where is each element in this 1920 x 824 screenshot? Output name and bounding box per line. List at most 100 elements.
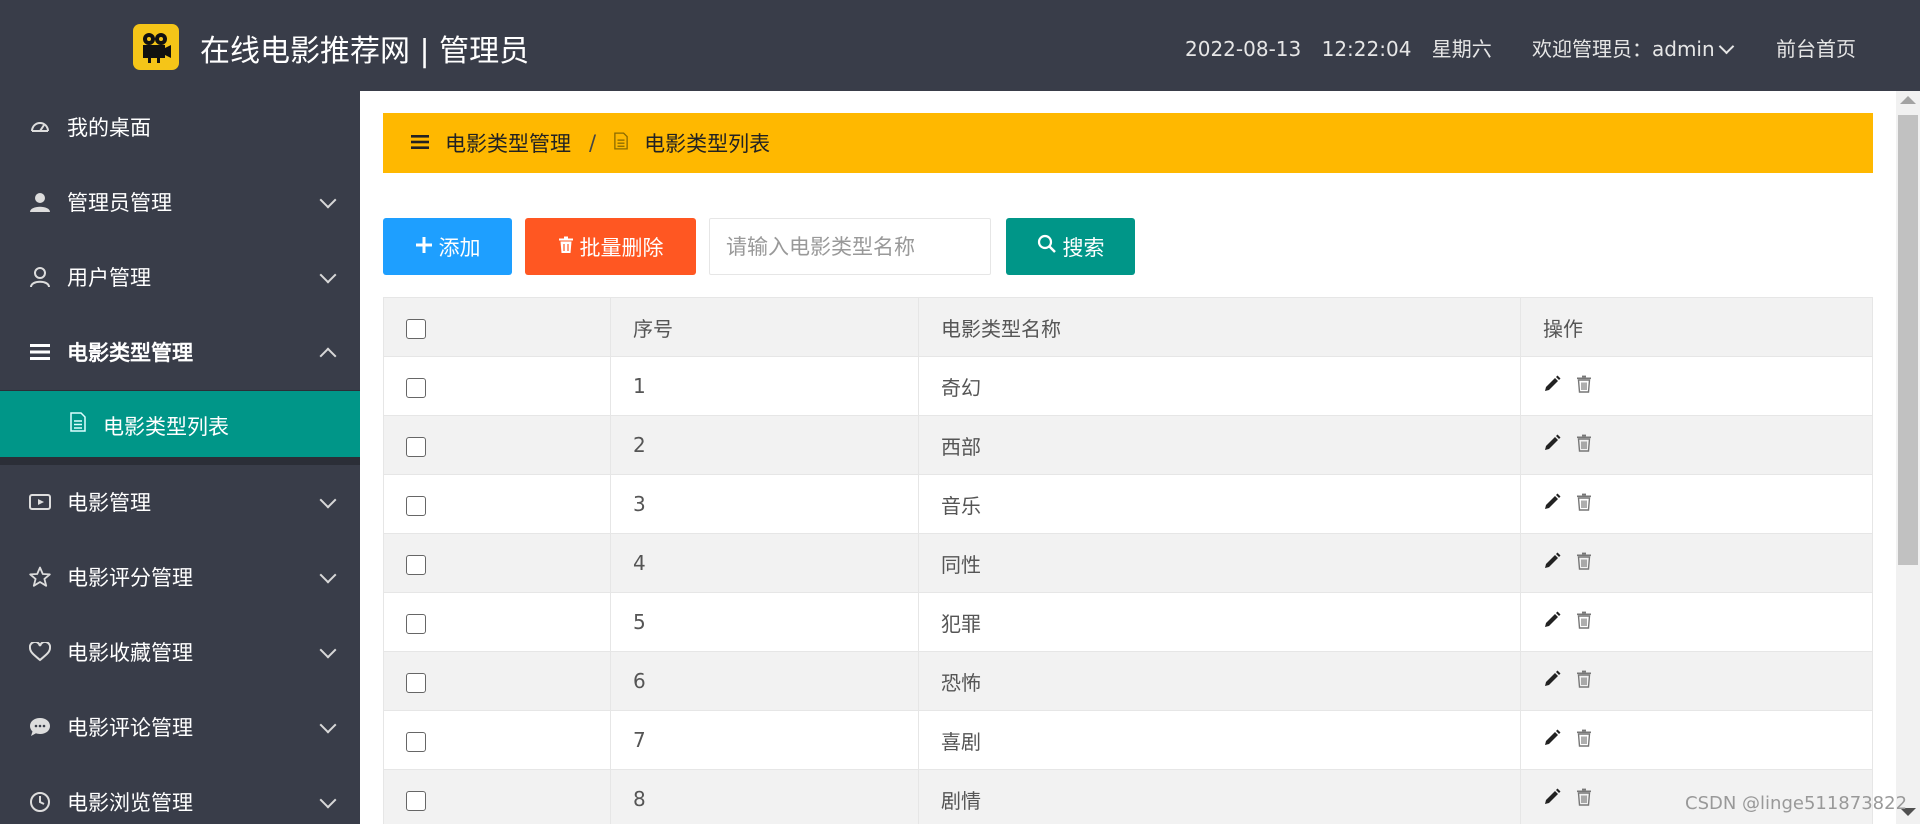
delete-icon[interactable] (1575, 788, 1593, 806)
edit-icon[interactable] (1543, 375, 1561, 393)
top-header: 在线电影推荐网 | 管理员 2022-08-13 12:22:04 星期六 欢迎… (0, 0, 1920, 91)
film-camera-icon (133, 24, 179, 70)
row-checkbox[interactable] (406, 731, 426, 752)
chevron-down-icon (319, 641, 337, 659)
row-checkbox[interactable] (406, 495, 426, 516)
delete-icon[interactable] (1575, 552, 1593, 570)
row-checkbox[interactable] (406, 554, 426, 575)
heart-icon (28, 640, 52, 664)
chevron-down-icon (1718, 38, 1734, 55)
chevron-down-icon (319, 716, 337, 734)
row-select-cell (383, 415, 611, 475)
edit-icon[interactable] (1543, 493, 1561, 511)
edit-icon[interactable] (1543, 670, 1561, 688)
breadcrumb: 电影类型管理 / 电影类型列表 (383, 113, 1873, 173)
sidebar-subitem-movie-type-list[interactable]: 电影类型列表 (0, 391, 360, 457)
row-select-cell (383, 769, 611, 824)
edit-icon[interactable] (1543, 434, 1561, 452)
row-type-name-cell: 音乐 (918, 474, 1521, 534)
chevron-up-icon (319, 347, 337, 365)
admin-user-menu[interactable]: 欢迎管理员：admin (1532, 33, 1734, 62)
column-header-index: 序号 (610, 297, 919, 357)
sidebar-item-comment-management[interactable]: 电影评论管理 (0, 697, 360, 757)
delete-icon[interactable] (1575, 611, 1593, 629)
add-button-label: 添加 (438, 235, 481, 260)
delete-icon[interactable] (1575, 375, 1593, 393)
row-checkbox[interactable] (406, 613, 426, 634)
table-header-row: 序号 电影类型名称 操作 (383, 297, 1873, 357)
row-select-cell (383, 356, 611, 416)
movie-type-search-input[interactable] (709, 218, 991, 275)
table-row: 2 西部 (383, 415, 1873, 475)
add-button[interactable]: 添加 (383, 218, 512, 275)
plus-icon (415, 235, 433, 259)
batch-delete-button[interactable]: 批量删除 (525, 218, 696, 275)
sidebar-item-label: 电影管理 (67, 491, 151, 515)
delete-icon[interactable] (1575, 729, 1593, 747)
sidebar-item-admin-management[interactable]: 管理员管理 (0, 172, 360, 232)
edit-icon[interactable] (1543, 788, 1561, 806)
edit-icon[interactable] (1543, 611, 1561, 629)
row-index-cell: 8 (610, 769, 919, 824)
sidebar-item-label: 电影浏览管理 (67, 791, 193, 815)
sidebar-item-browse-management[interactable]: 电影浏览管理 (0, 772, 360, 824)
breadcrumb-separator: / (589, 131, 597, 155)
column-header-type-name: 电影类型名称 (918, 297, 1521, 357)
row-index-cell: 1 (610, 356, 919, 416)
row-type-name-cell: 奇幻 (918, 356, 1521, 416)
sidebar-item-movie-management[interactable]: 电影管理 (0, 472, 360, 532)
row-checkbox[interactable] (406, 672, 426, 693)
edit-icon[interactable] (1543, 729, 1561, 747)
search-button[interactable]: 搜索 (1006, 218, 1135, 275)
sidebar-subitem-label: 电影类型列表 (103, 415, 229, 439)
row-actions-cell (1520, 533, 1873, 593)
sidebar-item-desktop[interactable]: 我的桌面 (0, 97, 360, 157)
row-type-name-cell: 西部 (918, 415, 1521, 475)
delete-icon[interactable] (1575, 493, 1593, 511)
row-index-cell: 4 (610, 533, 919, 593)
user-outline-icon (28, 265, 52, 289)
table-row: 4 同性 (383, 533, 1873, 593)
sidebar-item-rating-management[interactable]: 电影评分管理 (0, 547, 360, 607)
row-index-cell: 6 (610, 651, 919, 711)
scroll-up-arrow-icon[interactable] (1900, 96, 1916, 104)
sidebar-item-favorite-management[interactable]: 电影收藏管理 (0, 622, 360, 682)
row-type-name-cell: 剧情 (918, 769, 1521, 824)
row-select-cell (383, 651, 611, 711)
row-checkbox[interactable] (406, 377, 426, 398)
batch-delete-button-label: 批量删除 (579, 235, 664, 260)
weekday-text: 星期六 (1431, 37, 1492, 61)
breadcrumb-parent[interactable]: 电影类型管理 (445, 128, 571, 158)
select-all-checkbox[interactable] (406, 318, 426, 339)
edit-icon[interactable] (1543, 552, 1561, 570)
welcome-text: 欢迎管理员：admin (1532, 37, 1715, 61)
search-icon (1037, 234, 1057, 259)
delete-icon[interactable] (1575, 670, 1593, 688)
star-icon (28, 565, 52, 589)
row-type-name-cell: 犯罪 (918, 592, 1521, 652)
row-index-cell: 2 (610, 415, 919, 475)
sidebar-item-label: 管理员管理 (67, 191, 172, 215)
watermark-text: CSDN @linge511873822 (1685, 793, 1908, 814)
sidebar-item-label: 用户管理 (67, 266, 151, 290)
movie-type-table: 序号 电影类型名称 操作 1 奇幻 2 西部 3 音乐 4 同性 5 犯罪 6 恐怖 7 喜剧 8 剧情 (383, 297, 1873, 824)
table-row: 7 喜剧 (383, 710, 1873, 770)
row-actions-cell (1520, 474, 1873, 534)
row-checkbox[interactable] (406, 436, 426, 457)
table-row: 5 犯罪 (383, 592, 1873, 652)
video-icon (28, 490, 52, 514)
sidebar-item-movie-type-management[interactable]: 电影类型管理 (0, 322, 360, 382)
scrollbar-thumb[interactable] (1898, 115, 1918, 565)
user-filled-icon (28, 190, 52, 214)
document-icon (614, 131, 628, 155)
row-index-cell: 5 (610, 592, 919, 652)
delete-icon[interactable] (1575, 434, 1593, 452)
sidebar-item-label: 电影评论管理 (67, 716, 193, 740)
row-checkbox[interactable] (406, 790, 426, 811)
table-row: 6 恐怖 (383, 651, 1873, 711)
time-text: 12:22:04 (1321, 37, 1412, 61)
sidebar-item-user-management[interactable]: 用户管理 (0, 247, 360, 307)
frontend-home-link[interactable]: 前台首页 (1776, 33, 1856, 62)
table-row: 1 奇幻 (383, 356, 1873, 416)
row-type-name-cell: 同性 (918, 533, 1521, 593)
